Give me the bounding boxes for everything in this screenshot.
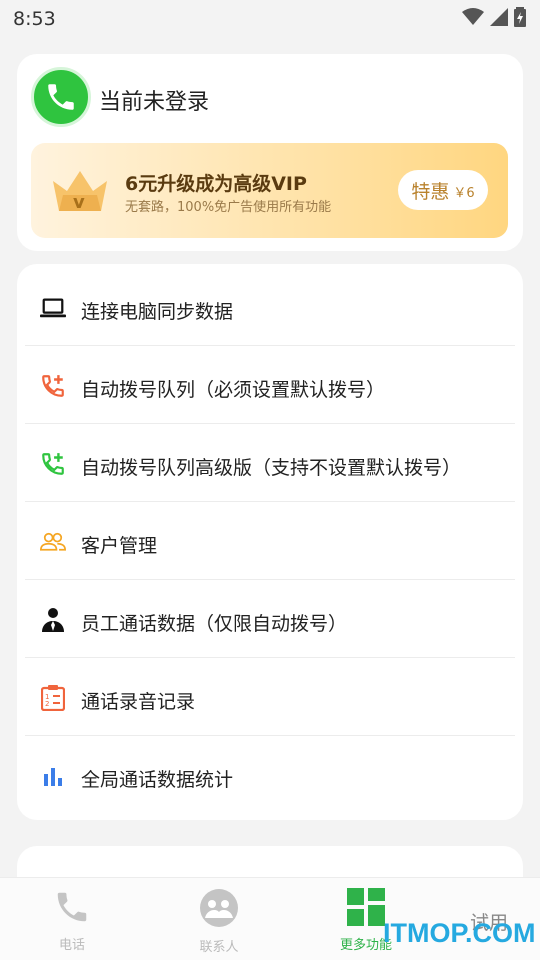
menu-item-call-stats[interactable]: 全局通话数据统计 bbox=[25, 736, 515, 814]
status-icons bbox=[462, 7, 526, 27]
crown-letter: v bbox=[73, 192, 85, 213]
vip-offer-price: ￥6 bbox=[453, 186, 475, 201]
nav-contacts[interactable]: 联系人 bbox=[169, 888, 269, 955]
watermark-logo: ITMOP.COM bbox=[383, 918, 536, 948]
svg-text:2: 2 bbox=[45, 700, 49, 708]
wifi-icon bbox=[462, 8, 484, 25]
feature-menu: 连接电脑同步数据 自动拨号队列（必须设置默认拨号） 自动拨号队列高级版（支持不设… bbox=[17, 264, 523, 820]
laptop-icon bbox=[40, 295, 66, 321]
menu-item-label: 连接电脑同步数据 bbox=[81, 301, 234, 323]
nav-label: 联系人 bbox=[199, 940, 239, 955]
menu-item-employee-data[interactable]: 员工通话数据（仅限自动拨号） bbox=[25, 580, 515, 658]
menu-item-label: 客户管理 bbox=[81, 535, 158, 557]
phone-add-red-icon bbox=[40, 373, 66, 399]
menu-item-pc-sync[interactable]: 连接电脑同步数据 bbox=[25, 268, 515, 346]
crown-icon: v bbox=[53, 171, 107, 213]
phone-icon bbox=[57, 892, 87, 922]
grid-icon bbox=[347, 888, 385, 926]
menu-item-auto-dial-pro[interactable]: 自动拨号队列高级版（支持不设置默认拨号） bbox=[25, 424, 515, 502]
phone-app-icon bbox=[48, 84, 74, 110]
menu-item-recordings[interactable]: 12 通话录音记录 bbox=[25, 658, 515, 736]
nav-phone[interactable]: 电话 bbox=[22, 888, 122, 953]
status-bar: 8:53 bbox=[0, 0, 540, 36]
login-status[interactable]: 当前未登录 bbox=[99, 84, 209, 116]
phone-add-green-icon bbox=[40, 451, 66, 477]
vip-offer-label: 特惠 bbox=[411, 180, 450, 203]
vip-offer-button[interactable]: 特惠 ￥6 bbox=[398, 170, 488, 210]
vip-title: 6元升级成为高级VIP bbox=[125, 173, 307, 195]
menu-item-label: 通话录音记录 bbox=[81, 691, 196, 713]
signal-icon bbox=[490, 8, 508, 26]
menu-item-label: 员工通话数据（仅限自动拨号） bbox=[81, 613, 348, 635]
contacts-icon bbox=[200, 889, 238, 927]
nav-label: 电话 bbox=[58, 938, 85, 953]
employee-icon bbox=[40, 607, 66, 633]
clipboard-list-icon: 12 bbox=[40, 685, 66, 711]
menu-item-label: 全局通话数据统计 bbox=[81, 769, 234, 791]
avatar[interactable] bbox=[31, 67, 91, 127]
bar-chart-icon bbox=[40, 763, 66, 789]
menu-item-auto-dial[interactable]: 自动拨号队列（必须设置默认拨号） bbox=[25, 346, 515, 424]
menu-item-label: 自动拨号队列高级版（支持不设置默认拨号） bbox=[81, 457, 462, 479]
status-time: 8:53 bbox=[13, 8, 56, 30]
battery-icon bbox=[514, 7, 526, 27]
customers-icon bbox=[40, 529, 66, 555]
vip-banner[interactable]: v 6元升级成为高级VIP 无套路，100%免广告使用所有功能 特惠 ￥6 bbox=[31, 143, 508, 238]
menu-item-customers[interactable]: 客户管理 bbox=[25, 502, 515, 580]
vip-subtitle: 无套路，100%免广告使用所有功能 bbox=[125, 200, 332, 215]
profile-card: 当前未登录 v 6元升级成为高级VIP 无套路，100%免广告使用所有功能 特惠… bbox=[17, 54, 523, 251]
menu-item-label: 自动拨号队列（必须设置默认拨号） bbox=[81, 379, 386, 401]
